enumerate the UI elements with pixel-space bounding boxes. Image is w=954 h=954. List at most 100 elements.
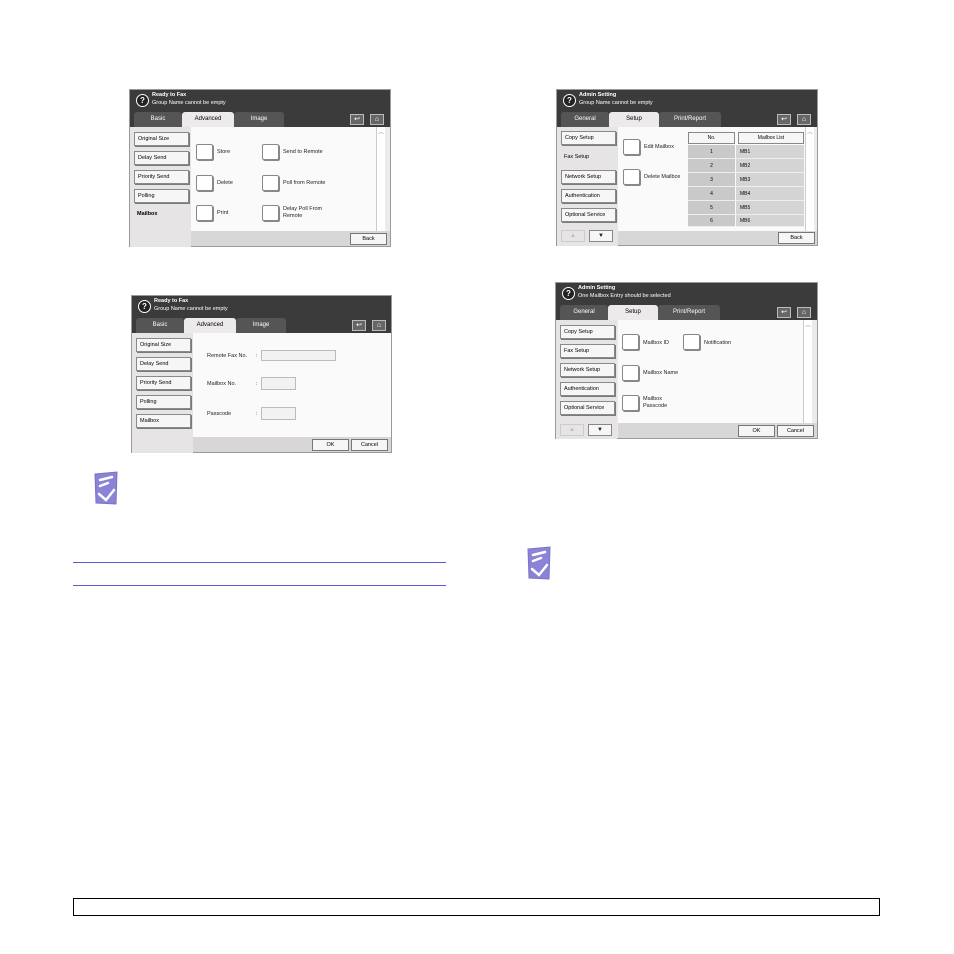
tab-print-report[interactable]: Print/Report [658, 305, 720, 320]
store-checkbox[interactable] [196, 144, 213, 160]
side-delay-send[interactable]: Delay Send [134, 151, 189, 165]
table-row[interactable]: 3 MB3 [688, 173, 804, 187]
cancel-button[interactable]: Cancel [351, 439, 388, 451]
delete-mailbox-checkbox[interactable] [623, 169, 640, 185]
side-delay-send[interactable]: Delay Send [136, 357, 191, 371]
back-arrow-icon[interactable]: ↩ [777, 114, 791, 125]
store-label: Store [217, 149, 231, 155]
scroll-down-button[interactable]: ▼ [589, 230, 613, 242]
table-row[interactable]: 4 MB4 [688, 187, 804, 201]
back-button[interactable]: Back [778, 232, 815, 244]
status-message: Group Name cannot be empty [154, 306, 228, 312]
mailbox-no-label: Mailbox No. [207, 381, 237, 387]
mailbox-no-field[interactable] [261, 377, 296, 390]
help-icon[interactable]: ? [563, 94, 576, 107]
scrollbar[interactable]: ︿ [803, 320, 812, 423]
side-network-setup[interactable]: Network Setup [560, 363, 615, 377]
status-title: Admin Setting [579, 92, 617, 98]
home-icon[interactable]: ⌂ [372, 320, 386, 331]
mailbox-id-label: Mailbox ID [643, 340, 669, 346]
side-fax-setup[interactable]: Fax Setup [561, 151, 616, 165]
passcode-field[interactable] [261, 407, 296, 420]
edit-mailbox-label: Edit Mailbox [644, 144, 674, 150]
tab-advanced[interactable]: Advanced [182, 112, 234, 127]
home-icon[interactable]: ⌂ [797, 307, 811, 318]
tab-basic[interactable]: Basic [134, 112, 182, 127]
table-row[interactable]: 2 MB2 [688, 159, 804, 173]
side-mailbox[interactable]: Mailbox [136, 414, 191, 428]
scroll-up-button[interactable]: ▲ [561, 230, 585, 242]
scrollbar[interactable]: ︿ [805, 127, 814, 231]
side-polling[interactable]: Polling [136, 395, 191, 409]
mailbox-passcode-checkbox[interactable] [622, 395, 639, 411]
tab-advanced[interactable]: Advanced [184, 318, 236, 333]
admin-mailbox-list-screen: ? Admin Setting Group Name cannot be emp… [556, 89, 818, 246]
cancel-button[interactable]: Cancel [777, 425, 814, 437]
side-original-size[interactable]: Original Size [136, 338, 191, 352]
notification-label: Notification [704, 340, 732, 346]
tab-general[interactable]: General [561, 112, 609, 127]
scroll-up-icon[interactable]: ︿ [804, 320, 812, 329]
scroll-down-button[interactable]: ▼ [588, 424, 612, 436]
side-menu: Original Size Delay Send Priority Send P… [132, 333, 193, 453]
colon-3: : [256, 411, 258, 417]
tab-setup[interactable]: Setup [609, 112, 659, 127]
side-priority-send[interactable]: Priority Send [136, 376, 191, 390]
mailbox-passcode-label: Mailbox Passcode [643, 396, 668, 409]
side-authentication[interactable]: Authentication [561, 189, 616, 203]
side-copy-setup[interactable]: Copy Setup [560, 325, 615, 339]
side-mailbox[interactable]: Mailbox [134, 208, 189, 222]
table-row[interactable]: 1 MB1 [688, 145, 804, 159]
tab-image[interactable]: Image [234, 112, 284, 127]
table-row[interactable]: 6 MB6 [688, 215, 804, 227]
ok-button[interactable]: OK [738, 425, 775, 437]
back-arrow-icon[interactable]: ↩ [350, 114, 364, 125]
home-icon[interactable]: ⌂ [370, 114, 384, 125]
scroll-up-button[interactable]: ▲ [560, 424, 584, 436]
side-copy-setup[interactable]: Copy Setup [561, 131, 616, 145]
status-bar: ? Ready to Fax Group Name cannot be empt… [132, 296, 391, 316]
table-header-no: No. [688, 132, 735, 144]
delay-poll-label: Delay Poll From Remote [283, 206, 323, 219]
side-polling[interactable]: Polling [134, 189, 189, 203]
send-to-remote-checkbox[interactable] [262, 144, 279, 160]
table-row[interactable]: 5 MB5 [688, 201, 804, 215]
remote-fax-no-field[interactable] [261, 350, 336, 361]
side-priority-send[interactable]: Priority Send [134, 170, 189, 184]
edit-mailbox-checkbox[interactable] [623, 139, 640, 155]
bottom-bar: OK Cancel [618, 423, 817, 438]
scroll-up-icon[interactable]: ︿ [806, 127, 814, 136]
side-fax-setup[interactable]: Fax Setup [560, 344, 615, 358]
side-optional-service[interactable]: Optional Service [561, 208, 616, 222]
tab-image[interactable]: Image [236, 318, 286, 333]
poll-from-remote-label: Poll from Remote [283, 180, 326, 186]
help-icon[interactable]: ? [562, 287, 575, 300]
print-checkbox[interactable] [196, 205, 213, 221]
back-arrow-icon[interactable]: ↩ [352, 320, 366, 331]
home-icon[interactable]: ⌂ [797, 114, 811, 125]
delay-poll-checkbox[interactable] [262, 205, 279, 221]
status-message: Group Name cannot be empty [579, 100, 653, 106]
side-optional-service[interactable]: Optional Service [560, 401, 615, 415]
tab-setup[interactable]: Setup [608, 305, 658, 320]
help-icon[interactable]: ? [136, 94, 149, 107]
back-arrow-icon[interactable]: ↩ [777, 307, 791, 318]
poll-from-remote-checkbox[interactable] [262, 175, 279, 191]
help-icon[interactable]: ? [138, 300, 151, 313]
tab-bar: Basic Advanced Image ↩ ⌂ [130, 110, 390, 127]
scroll-up-icon[interactable]: ︿ [377, 127, 385, 136]
side-authentication[interactable]: Authentication [560, 382, 615, 396]
tab-general[interactable]: General [560, 305, 608, 320]
tab-bar: General Setup Print/Report ↩ ⌂ [557, 110, 817, 127]
side-original-size[interactable]: Original Size [134, 132, 189, 146]
back-button[interactable]: Back [350, 233, 387, 245]
scrollbar[interactable]: ︿ [376, 127, 385, 231]
ok-button[interactable]: OK [312, 439, 349, 451]
delete-checkbox[interactable] [196, 175, 213, 191]
mailbox-name-checkbox[interactable] [622, 365, 639, 381]
side-network-setup[interactable]: Network Setup [561, 170, 616, 184]
tab-print-report[interactable]: Print/Report [659, 112, 721, 127]
mailbox-id-checkbox[interactable] [622, 334, 639, 350]
tab-basic[interactable]: Basic [136, 318, 184, 333]
notification-checkbox[interactable] [683, 334, 700, 350]
